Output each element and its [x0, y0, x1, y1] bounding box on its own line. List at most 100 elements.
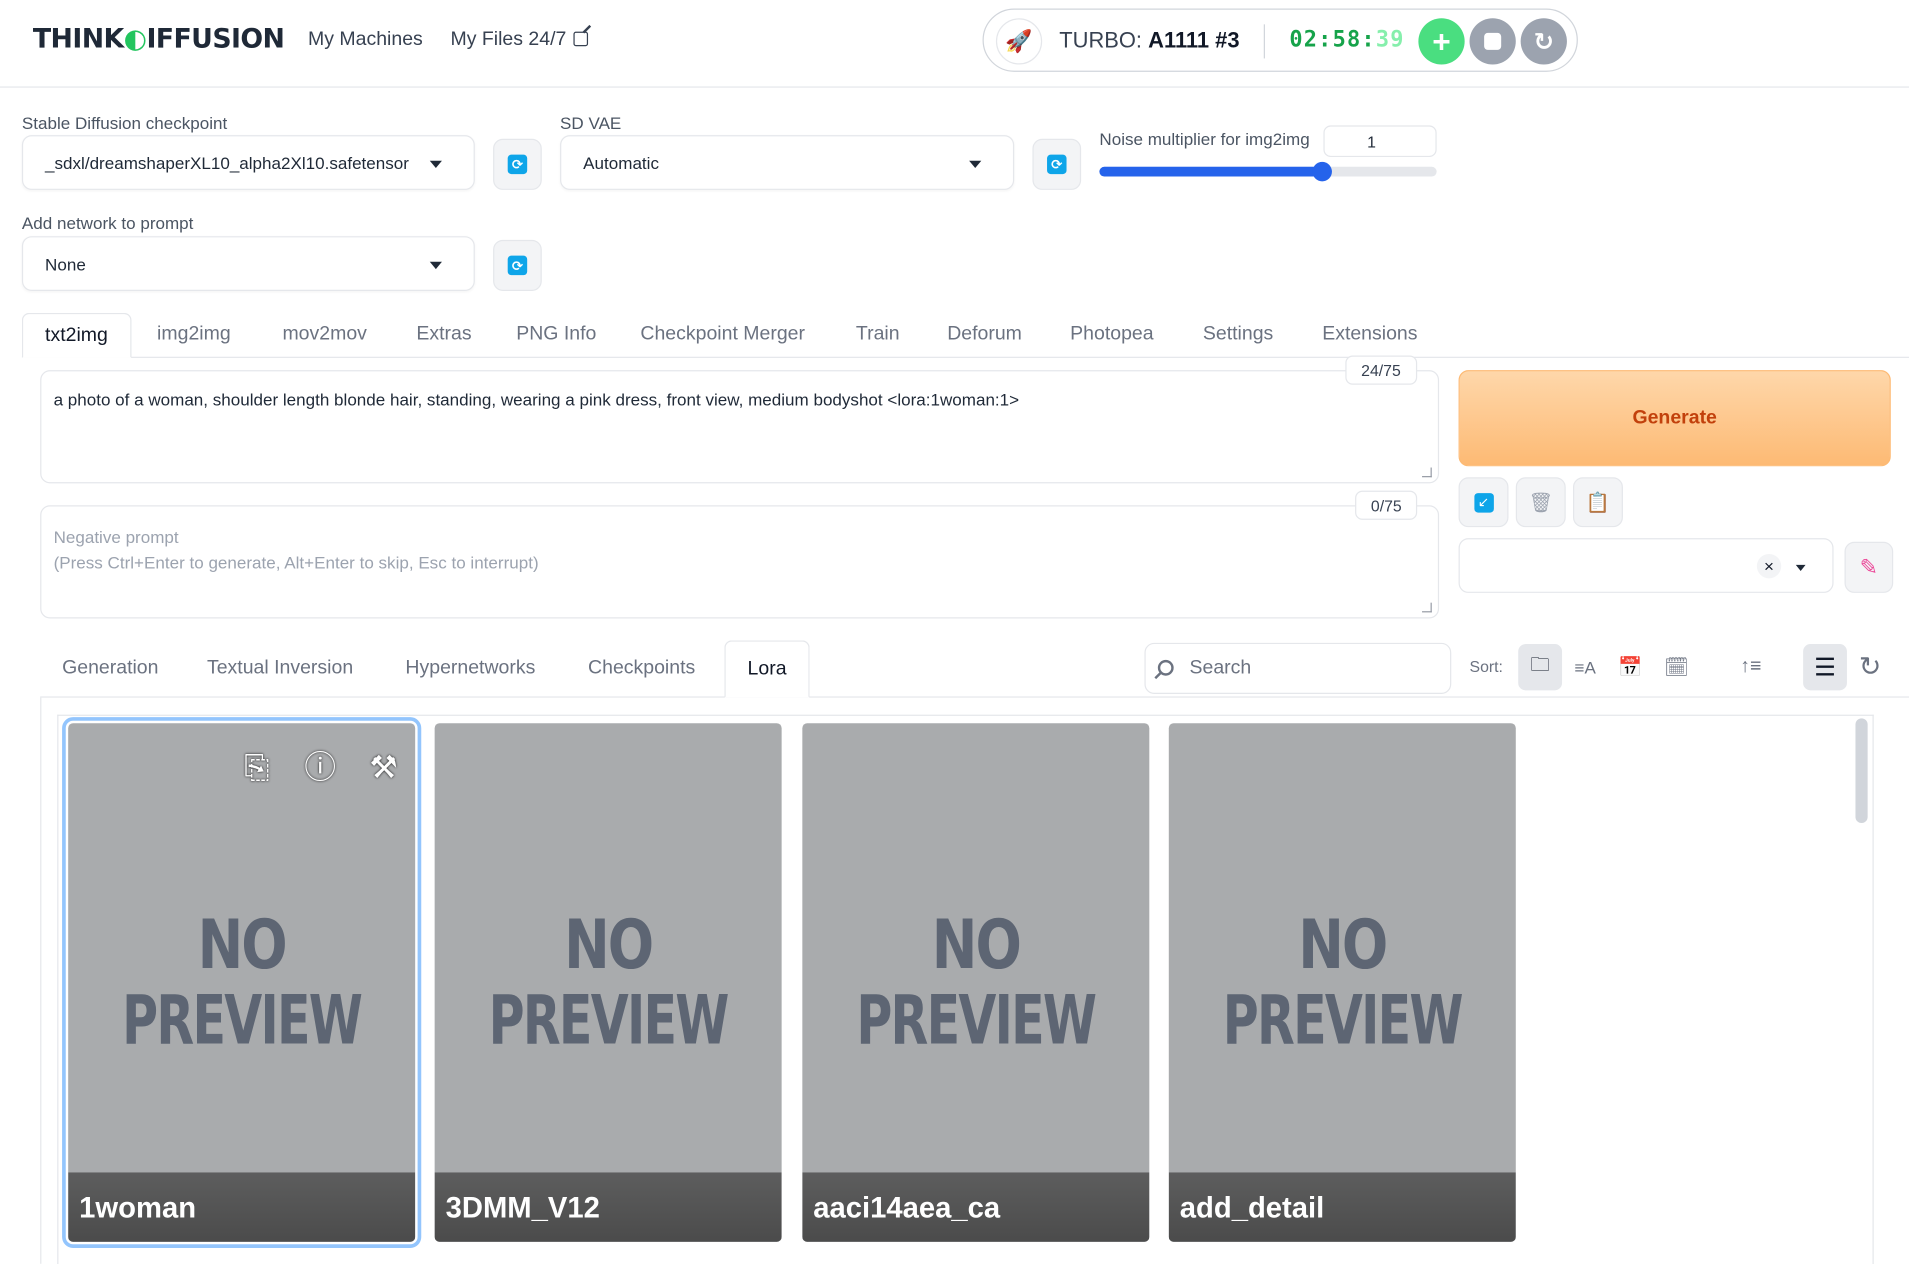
tab-txt2img[interactable]: txt2img — [21, 312, 131, 358]
clear-prompt-button[interactable]: 🗑 — [1515, 477, 1566, 528]
tab-img2img[interactable]: img2img — [157, 313, 231, 358]
tab-mov2mov[interactable]: mov2mov — [282, 313, 366, 358]
tab-png-info[interactable]: PNG Info — [516, 313, 596, 358]
search-placeholder: Search — [1189, 657, 1252, 679]
tab-photopea[interactable]: Photopea — [1070, 313, 1153, 358]
search-icon — [1157, 659, 1174, 676]
arrow-icon: ↙ — [1473, 492, 1494, 512]
turbo-machine-label: TURBO: A1111 #3 — [1059, 28, 1239, 54]
vae-value: Automatic — [583, 153, 659, 173]
tab-checkpoint-merger[interactable]: Checkpoint Merger — [640, 313, 805, 358]
machine-status-pill: 🚀 TURBO: A1111 #3 02:58:39 + ↻ — [982, 8, 1578, 72]
stop-machine-button[interactable] — [1469, 18, 1516, 65]
styles-dropdown[interactable]: × — [1458, 538, 1834, 593]
clear-styles-icon[interactable]: × — [1756, 553, 1782, 579]
noise-slider-thumb[interactable] — [1312, 161, 1332, 182]
vae-dropdown[interactable]: Automatic — [560, 135, 1015, 190]
calendar-edit-icon: 🗓 — [1664, 657, 1689, 679]
read-params-button[interactable]: ↙ — [1458, 477, 1509, 528]
lora-card[interactable]: ⎘ ⓘ ⚒ NO PREVIEW 1woman — [62, 717, 422, 1248]
nav-my-machines[interactable]: My Machines — [308, 29, 423, 51]
restart-icon: ↻ — [1533, 28, 1554, 56]
tree-view-button[interactable]: ☰ — [1803, 644, 1847, 691]
noise-slider[interactable] — [1099, 161, 1437, 182]
gallery-scrollbar[interactable] — [1855, 718, 1868, 824]
refresh-networks-button[interactable]: ↻ — [1848, 644, 1892, 690]
refresh-vae-button[interactable]: ⟳ — [1032, 138, 1082, 190]
lora-card-name: aaci14aea_ca — [802, 1172, 1150, 1242]
checkpoint-value: _sdxl/dreamshaperXL10_alpha2Xl10.safeten… — [45, 153, 409, 173]
tab-train[interactable]: Train — [856, 313, 900, 358]
negative-placeholder-line1: Negative prompt — [53, 527, 179, 547]
card-actions: ⎘ ⓘ ⚒ — [237, 748, 403, 787]
rocket-icon: 🚀 — [995, 18, 1043, 65]
tab-checkpoints[interactable]: Checkpoints — [588, 640, 695, 697]
generate-button[interactable]: Generate — [1458, 370, 1891, 467]
external-link-icon — [573, 31, 589, 47]
no-preview-text: PREVIEW — [1222, 981, 1464, 1061]
no-preview-text: PREVIEW — [488, 981, 730, 1061]
timer-seconds: 39 — [1375, 26, 1405, 53]
sort-by-date-created-button[interactable]: 📅 — [1608, 644, 1652, 690]
negative-prompt-textarea[interactable]: Negative prompt (Press Ctrl+Enter to gen… — [40, 505, 1440, 619]
resize-grip-icon[interactable] — [1422, 467, 1432, 478]
lora-card[interactable]: NO PREVIEW add_detail — [1168, 723, 1516, 1242]
tab-hypernetworks[interactable]: Hypernetworks — [405, 640, 535, 697]
tab-extensions[interactable]: Extensions — [1322, 313, 1417, 358]
checkpoint-dropdown[interactable]: _sdxl/dreamshaperXL10_alpha2Xl10.safeten… — [21, 135, 475, 190]
logo-text-left: THINK — [32, 24, 124, 55]
lora-card-name: add_detail — [1168, 1172, 1516, 1242]
calendar-plus-icon: 📅 — [1618, 657, 1643, 679]
tab-lora[interactable]: Lora — [724, 640, 810, 698]
tab-extras[interactable]: Extras — [416, 313, 471, 358]
tools-icon[interactable]: ⚒ — [364, 748, 403, 787]
refresh-icon: ↻ — [1858, 651, 1882, 682]
logo-d-icon: ◐ — [123, 24, 147, 55]
lora-card[interactable]: NO PREVIEW aaci14aea_ca — [802, 723, 1150, 1242]
chevron-down-icon — [969, 160, 982, 169]
tab-textual-inversion[interactable]: Textual Inversion — [207, 640, 353, 697]
tab-deforum[interactable]: Deforum — [947, 313, 1022, 358]
tab-generation[interactable]: Generation — [62, 640, 158, 697]
restart-machine-button[interactable]: ↻ — [1520, 18, 1567, 65]
sort-direction-button[interactable]: ↑≡ — [1729, 644, 1773, 690]
noise-slider-fill — [1099, 166, 1322, 177]
noise-number-input[interactable]: 1 — [1323, 125, 1437, 158]
trash-icon: 🗑 — [1528, 492, 1554, 514]
sort-by-path-button[interactable]: 🗀 — [1518, 644, 1563, 691]
chevron-down-icon — [1795, 564, 1806, 572]
network-dropdown[interactable]: None — [21, 236, 475, 291]
prompt-textarea[interactable]: a photo of a woman, shoulder length blon… — [40, 370, 1440, 484]
edit-styles-button[interactable]: ✎ — [1844, 541, 1894, 593]
no-preview-text: NO — [1298, 905, 1388, 985]
info-icon[interactable]: ⓘ — [301, 748, 340, 787]
network-search-input[interactable]: Search — [1144, 642, 1452, 694]
sort-by-date-modified-button[interactable]: 🗓 — [1655, 644, 1699, 690]
negative-token-counter: 0/75 — [1355, 490, 1418, 520]
divider — [1263, 24, 1265, 59]
folder-search-icon: 🗀 — [1530, 654, 1550, 676]
thinkdiffusion-logo[interactable]: THINK◐IFFUSION — [32, 24, 285, 55]
tab-settings[interactable]: Settings — [1203, 313, 1273, 358]
add-time-button[interactable]: + — [1418, 18, 1465, 65]
pencil-icon: ✎ — [1859, 554, 1879, 579]
no-preview-text: PREVIEW — [122, 981, 363, 1061]
lora-card-name: 3DMM_V12 — [434, 1172, 782, 1242]
stop-icon — [1484, 32, 1502, 50]
lora-card[interactable]: NO PREVIEW 3DMM_V12 — [434, 723, 782, 1242]
sort-by-name-button[interactable]: ≡A — [1563, 644, 1607, 690]
nav-my-files[interactable]: My Files 24/7 — [450, 29, 589, 51]
prompt-text: a photo of a woman, shoulder length blon… — [53, 389, 1020, 410]
refresh-icon: ⟳ — [1047, 154, 1067, 175]
chevron-down-icon — [429, 160, 442, 169]
checkpoint-label: Stable Diffusion checkpoint — [21, 113, 228, 133]
top-bar: THINK◐IFFUSION My Machines My Files 24/7… — [0, 0, 1909, 88]
no-preview-text: NO — [197, 905, 288, 985]
refresh-network-button[interactable]: ⟳ — [493, 239, 542, 291]
timer-main: 02:58: — [1289, 26, 1376, 53]
apply-style-button[interactable]: 📋 — [1573, 477, 1623, 528]
network-label: Add network to prompt — [21, 213, 194, 233]
refresh-checkpoint-button[interactable]: ⟳ — [493, 138, 542, 190]
resize-grip-icon[interactable] — [1422, 602, 1432, 613]
copy-path-icon[interactable]: ⎘ — [237, 748, 276, 787]
